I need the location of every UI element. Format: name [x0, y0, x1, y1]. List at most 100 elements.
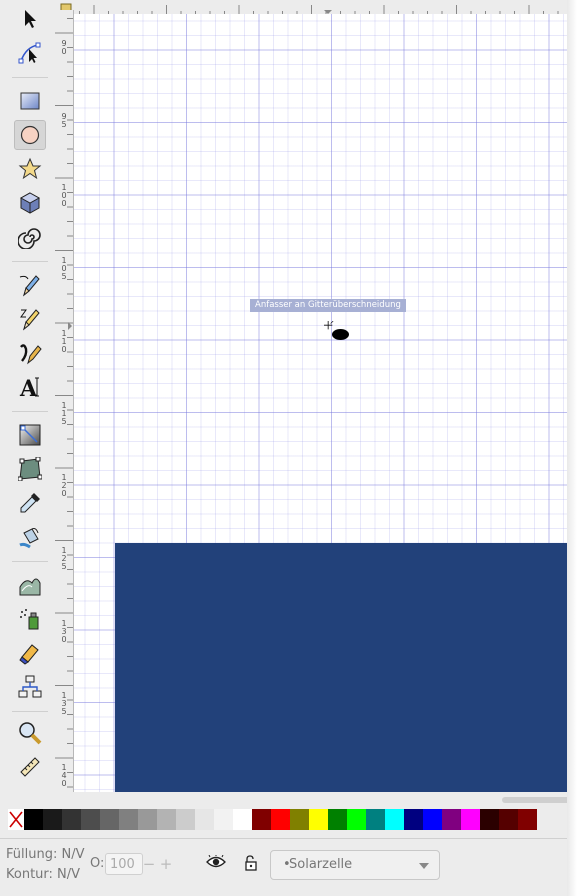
opacity-input[interactable]: 100: [105, 853, 143, 875]
rectangle-icon: [20, 92, 40, 110]
opacity-increase-button[interactable]: +: [157, 853, 175, 875]
palette-swatch[interactable]: [499, 809, 518, 830]
palette-swatch[interactable]: [214, 809, 233, 830]
pen-tool[interactable]: [14, 304, 46, 334]
palette-swatch[interactable]: [24, 809, 43, 830]
star-icon: [18, 157, 42, 180]
text-icon: A: [19, 376, 39, 399]
palette-swatch[interactable]: [100, 809, 119, 830]
paint-bucket-tool[interactable]: [14, 522, 46, 552]
palette-swatch[interactable]: [138, 809, 157, 830]
connector-tool[interactable]: [14, 672, 46, 702]
calligraphy-tool[interactable]: [14, 338, 46, 368]
spiral-tool[interactable]: [14, 222, 46, 252]
black-ellipse-object[interactable]: [332, 329, 349, 340]
ellipse-icon: [20, 125, 40, 145]
color-palette: [8, 809, 567, 830]
ruler-label: 1 1 0: [61, 329, 67, 354]
text-tool[interactable]: A: [14, 372, 46, 402]
pencil-tool[interactable]: [14, 270, 46, 300]
ruler-label: 1 1 5: [61, 401, 67, 426]
drawing-canvas[interactable]: Anfasser an Gitterüberschneidung: [74, 14, 567, 792]
toolbox: A: [8, 0, 52, 790]
fill-label: Füllung:: [6, 847, 58, 862]
palette-swatch[interactable]: [119, 809, 138, 830]
horizontal-ruler-ticks: [60, 3, 559, 14]
toolbox-separator: [12, 261, 48, 262]
palette-swatch[interactable]: [480, 809, 499, 830]
palette-swatch[interactable]: [309, 809, 328, 830]
palette-swatch[interactable]: [518, 809, 537, 830]
stroke-label: Kontur:: [6, 867, 53, 882]
visibility-eye-icon[interactable]: [206, 855, 226, 869]
palette-swatch[interactable]: [81, 809, 100, 830]
fill-value: N/V: [61, 847, 85, 862]
palette-swatch[interactable]: [157, 809, 176, 830]
lock-icon[interactable]: [243, 855, 259, 871]
opacity-decrease-button[interactable]: −: [140, 853, 158, 875]
palette-swatch[interactable]: [347, 809, 366, 830]
blue-rectangle-object[interactable]: [115, 543, 567, 792]
palette-swatch[interactable]: [252, 809, 271, 830]
toolbox-separator: [12, 77, 48, 78]
palette-swatch[interactable]: [271, 809, 290, 830]
dropper-tool[interactable]: [14, 488, 46, 518]
vertical-ruler: 9 0 9 5 1 0 0 1 0 5 1 1 0 1 1 5 1 2 0 1 …: [55, 10, 74, 792]
palette-swatch[interactable]: [328, 809, 347, 830]
pen-icon: [20, 309, 40, 331]
stroke-value: N/V: [57, 867, 81, 882]
palette-swatch[interactable]: [176, 809, 195, 830]
ruler-label: 1 0 5: [61, 256, 67, 281]
eraser-tool[interactable]: [14, 638, 46, 668]
palette-swatch[interactable]: [423, 809, 442, 830]
palette-swatch[interactable]: [385, 809, 404, 830]
palette-swatch[interactable]: [43, 809, 62, 830]
inkscape-window: A 9 0 9 5 1 0 0 1 0 5 1 1 0 1 1 5 1 2 0 …: [0, 0, 577, 896]
tweak-tool[interactable]: [14, 570, 46, 600]
node-edit-icon: [18, 42, 41, 64]
palette-swatch[interactable]: [442, 809, 461, 830]
measure-tool[interactable]: [14, 752, 46, 782]
chevron-down-icon: [419, 863, 429, 869]
ruler-label: 1 0 0: [61, 183, 67, 208]
star-tool[interactable]: [14, 154, 46, 184]
palette-swatch[interactable]: [62, 809, 81, 830]
palette-swatch[interactable]: [290, 809, 309, 830]
palette-swatch[interactable]: [461, 809, 480, 830]
node-tool[interactable]: [14, 38, 46, 68]
zoom-tool[interactable]: [14, 718, 46, 748]
tweak-icon: [19, 578, 41, 596]
ruler-label: 1 2 5: [61, 546, 67, 571]
layer-dropdown[interactable]: • Solarzelle: [270, 850, 440, 880]
rectangle-tool[interactable]: [14, 86, 46, 116]
crosshair-cursor-icon: [324, 321, 334, 330]
arrow-icon: [25, 10, 36, 28]
dropper-icon: [20, 493, 40, 513]
selector-tool[interactable]: [14, 4, 46, 34]
layer-name: Solarzelle: [289, 857, 353, 872]
gradient-icon: [19, 424, 41, 446]
gradient-tool[interactable]: [14, 420, 46, 450]
ruler-label: 9 0: [61, 39, 67, 56]
calligraphy-icon: [20, 344, 42, 365]
no-color-swatch[interactable]: [8, 809, 24, 830]
horizontal-ruler: [55, 0, 567, 15]
ruler-label: 1 3 5: [61, 691, 67, 716]
palette-swatch[interactable]: [366, 809, 385, 830]
snap-tooltip: Anfasser an Gitterüberschneidung: [250, 299, 406, 312]
stroke-indicator: Kontur: N/V: [6, 867, 80, 882]
spray-tool[interactable]: [14, 604, 46, 634]
3d-box-tool[interactable]: [14, 188, 46, 218]
opacity-label: O:: [90, 856, 105, 871]
horizontal-scrollbar[interactable]: [502, 797, 572, 803]
no-color-icon: [9, 811, 23, 828]
palette-swatch[interactable]: [195, 809, 214, 830]
toolbox-separator: [12, 411, 48, 412]
palette-swatch[interactable]: [404, 809, 423, 830]
connector-icon: [18, 675, 42, 698]
ellipse-tool[interactable]: [14, 120, 46, 150]
palette-swatch[interactable]: [233, 809, 252, 830]
eraser-icon: [19, 644, 39, 665]
window-edge: [567, 0, 577, 896]
mesh-tool[interactable]: [14, 454, 46, 484]
